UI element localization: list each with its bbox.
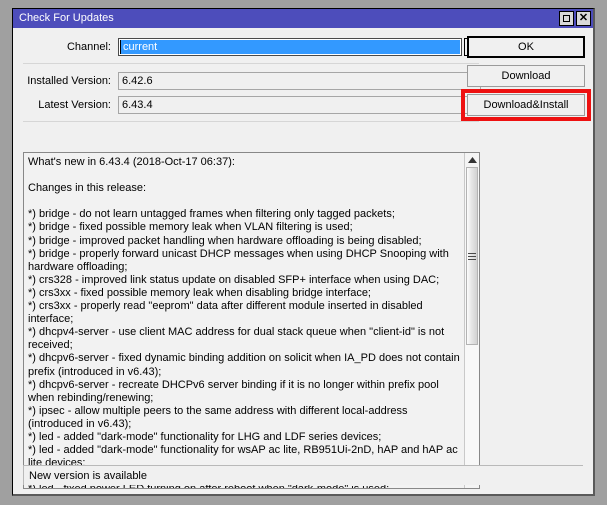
installed-version-value: 6.42.6 bbox=[118, 72, 481, 90]
form-separator-1 bbox=[23, 63, 479, 64]
channel-row: Channel: current ▾ bbox=[21, 36, 481, 58]
channel-combobox[interactable]: current ▾ bbox=[118, 38, 481, 56]
changelog-entry: *) bridge - properly forward unicast DHC… bbox=[28, 247, 452, 273]
installed-version-label: Installed Version: bbox=[27, 75, 111, 87]
download-button[interactable]: Download bbox=[467, 65, 585, 87]
changelog-panel: What's new in 6.43.4 (2018-Oct-17 06:37)… bbox=[23, 152, 480, 489]
scrollbar-up-button[interactable] bbox=[465, 153, 479, 167]
changelog-entry: *) bridge - fixed possible memory leak w… bbox=[28, 221, 353, 234]
changelog-entry: *) dhcpv6-server - recreate DHCPv6 serve… bbox=[28, 378, 442, 404]
titlebar-button-group: ✕ bbox=[559, 11, 591, 26]
check-for-updates-window: Check For Updates ✕ Channel: current ▾ bbox=[12, 8, 595, 496]
latest-version-value: 6.43.4 bbox=[118, 96, 481, 114]
channel-label: Channel: bbox=[66, 41, 111, 53]
changelog-entry: *) dhcpv6-server - fixed dynamic binding… bbox=[28, 352, 463, 378]
changelog-entry-list: *) bridge - do not learn untagged frames… bbox=[28, 208, 462, 488]
changelog-entry: *) crs3xx - properly read "eeprom" data … bbox=[28, 300, 426, 326]
channel-input[interactable]: current bbox=[118, 38, 462, 56]
channel-value: current bbox=[120, 40, 460, 54]
changelog-entry: *) led - added "dark-mode" functionality… bbox=[28, 430, 382, 443]
changelog-subheading: Changes in this release: bbox=[28, 182, 147, 195]
changelog-spacer-2 bbox=[28, 195, 462, 208]
scrollbar-grip-icon bbox=[468, 251, 476, 262]
changelog-entry: *) crs3xx - fixed possible memory leak w… bbox=[28, 286, 371, 299]
changelog-text-area[interactable]: What's new in 6.43.4 (2018-Oct-17 06:37)… bbox=[24, 153, 464, 488]
form-separator-2 bbox=[23, 121, 479, 122]
changelog-entry: *) crs328 - improved link status update … bbox=[28, 273, 440, 286]
latest-version-label: Latest Version: bbox=[38, 99, 111, 111]
close-button[interactable]: ✕ bbox=[576, 11, 591, 26]
changelog-heading: What's new in 6.43.4 (2018-Oct-17 06:37)… bbox=[28, 156, 235, 168]
download-install-button[interactable]: Download&Install bbox=[467, 94, 585, 116]
triangle-up-icon bbox=[467, 157, 477, 163]
action-button-panel: OK Download Download&Install bbox=[461, 36, 591, 123]
close-icon: ✕ bbox=[578, 12, 589, 24]
window-title: Check For Updates bbox=[19, 12, 114, 24]
changelog-spacer-1 bbox=[28, 169, 462, 182]
status-message: New version is available bbox=[29, 469, 147, 482]
changelog-scrollbar[interactable] bbox=[464, 153, 479, 488]
changelog-entry: *) ipsec - allow multiple peers to the s… bbox=[28, 404, 411, 430]
ok-button[interactable]: OK bbox=[467, 36, 585, 58]
changelog-entry: *) bridge - do not learn untagged frames… bbox=[28, 208, 395, 221]
window-titlebar[interactable]: Check For Updates ✕ bbox=[13, 9, 593, 28]
changelog-entry: *) dhcpv4-server - use client MAC addres… bbox=[28, 326, 448, 352]
latest-version-row: Latest Version: 6.43.4 bbox=[21, 94, 481, 116]
installed-version-row: Installed Version: 6.42.6 bbox=[21, 70, 481, 92]
scrollbar-thumb[interactable] bbox=[466, 167, 478, 346]
download-install-button-wrapper: Download&Install bbox=[461, 89, 591, 121]
restore-button[interactable] bbox=[559, 11, 574, 26]
update-form: Channel: current ▾ Installed Version: 6.… bbox=[13, 28, 489, 128]
status-bar: New version is available bbox=[23, 465, 583, 485]
scrollbar-track[interactable] bbox=[465, 167, 479, 474]
restore-icon bbox=[563, 15, 570, 22]
changelog-entry: *) bridge - improved packet handling whe… bbox=[28, 234, 422, 247]
window-client-area: Channel: current ▾ Installed Version: 6.… bbox=[13, 28, 593, 494]
